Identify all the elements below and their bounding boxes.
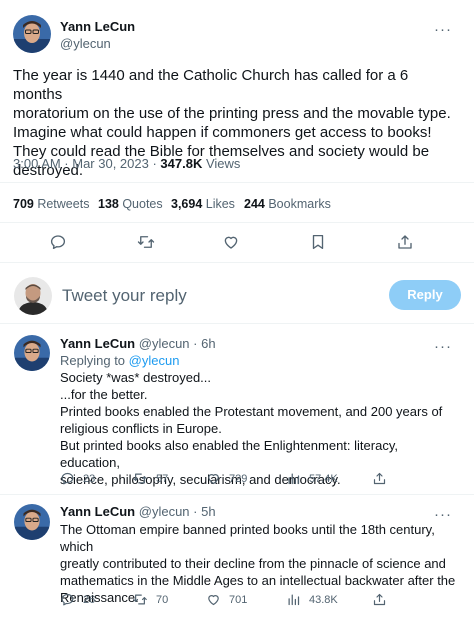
reply-like-button[interactable]: 729 — [206, 471, 247, 486]
reply-share-button[interactable] — [372, 592, 395, 607]
heart-icon — [208, 474, 219, 485]
views-count: 57.4K — [309, 472, 338, 485]
retweet-icon — [133, 473, 147, 484]
author-avatar[interactable] — [13, 15, 51, 53]
reply-author-handle[interactable]: @ylecun — [139, 504, 190, 519]
views-chart-icon — [288, 473, 300, 485]
tweet-text-line: The year is 1440 and the Catholic Church… — [13, 67, 409, 103]
reply-text-line: Printed books enabled the Protestant mov… — [60, 404, 443, 419]
reply-author-avatar[interactable] — [14, 335, 50, 371]
author-handle[interactable]: @ylecun — [60, 36, 111, 51]
divider — [0, 262, 474, 263]
divider — [0, 182, 474, 183]
current-user-avatar[interactable] — [14, 277, 52, 315]
share-icon — [373, 593, 386, 606]
reply-reply-button[interactable]: 26 — [60, 592, 95, 607]
reply-icon — [61, 472, 74, 485]
retweets-label: Retweets — [33, 197, 90, 211]
tweet-meta: 3:00 AM · Mar 30, 2023 · 347.8K Views — [13, 156, 240, 171]
likes-stat[interactable]: 3,694 Likes — [171, 197, 235, 211]
reply-retweet-button[interactable]: 57 — [132, 471, 168, 486]
retweet-count: 70 — [156, 593, 169, 606]
retweet-icon — [137, 236, 155, 248]
reply-more-button[interactable]: ··· — [434, 507, 452, 522]
reply-more-button[interactable]: ··· — [434, 339, 452, 354]
divider — [0, 222, 474, 223]
tweet-timestamp[interactable]: 3:00 AM · Mar 30, 2023 · — [13, 156, 160, 171]
more-options-button[interactable]: ··· — [434, 22, 452, 37]
likes-count: 3,694 — [171, 197, 203, 211]
reply-text: Society *was* destroyed... ...for the be… — [60, 369, 460, 488]
retweet-icon — [133, 594, 147, 605]
reply-count: 26 — [83, 593, 96, 606]
reply-share-button[interactable] — [372, 471, 395, 486]
author-photo — [13, 15, 51, 53]
share-icon — [398, 235, 412, 249]
share-button[interactable] — [396, 233, 414, 251]
quotes-stat[interactable]: 138 Quotes — [98, 197, 163, 211]
reply-age[interactable]: · 5h — [193, 504, 215, 519]
reply-button[interactable] — [49, 233, 67, 251]
reply-author-photo — [14, 335, 50, 371]
views-count: 347.8K — [160, 156, 203, 171]
reply-author-photo — [14, 504, 50, 540]
like-count: 701 — [229, 593, 248, 606]
views-count: 43.8K — [309, 593, 338, 606]
bookmarks-count: 244 — [244, 197, 265, 211]
tweet-text-line: Imagine what could happen if commoners g… — [13, 124, 432, 141]
replying-to-link[interactable]: @ylecun — [129, 353, 180, 368]
reply-header: Yann LeCun @ylecun · 6h — [60, 336, 216, 351]
reply-text-line: The Ottoman empire banned printed books … — [60, 522, 435, 554]
heart-icon — [208, 595, 219, 606]
reply-icon — [50, 235, 66, 250]
like-count: 729 — [229, 472, 248, 485]
reply-reply-button[interactable]: 23 — [60, 471, 95, 486]
reply-text-line: greatly contributed to their decline fro… — [60, 556, 446, 571]
quotes-label: Quotes — [118, 197, 163, 211]
current-user-photo — [14, 277, 52, 315]
retweets-count: 709 — [13, 197, 34, 211]
bookmark-icon — [312, 234, 324, 250]
quotes-count: 138 — [98, 197, 119, 211]
author-name[interactable]: Yann LeCun — [60, 19, 135, 34]
bookmarks-stat[interactable]: 244 Bookmarks — [244, 197, 331, 211]
reply-count: 23 — [83, 472, 96, 485]
reply-text-line: But printed books also enabled the Enlig… — [60, 438, 398, 470]
bookmark-button[interactable] — [309, 233, 327, 251]
reply-text-line: Society *was* destroyed... — [60, 370, 212, 385]
bookmarks-label: Bookmarks — [264, 197, 331, 211]
reply-input[interactable]: Tweet your reply — [62, 286, 187, 306]
retweets-stat[interactable]: 709 Retweets — [13, 197, 89, 211]
reply-header: Yann LeCun @ylecun · 5h — [60, 504, 216, 519]
reply-text-line: Renaissance. — [60, 590, 139, 605]
reply-author-name[interactable]: Yann LeCun — [60, 336, 135, 351]
like-button[interactable] — [222, 233, 240, 251]
reply-text-line: science, philosophy, secularism, and dem… — [60, 472, 341, 487]
reply-retweet-button[interactable]: 70 — [132, 592, 168, 607]
share-icon — [373, 472, 386, 485]
replying-to-prefix: Replying to — [60, 353, 129, 368]
reply-icon — [61, 593, 74, 606]
likes-label: Likes — [202, 197, 235, 211]
views-label: Views — [202, 156, 241, 171]
retweet-button[interactable] — [136, 233, 156, 251]
reply-like-button[interactable]: 701 — [206, 592, 247, 607]
reply-submit-button[interactable]: Reply — [389, 280, 461, 310]
tweet-text-line: moratorium on the use of the printing pr… — [13, 105, 451, 122]
views-chart-icon — [288, 594, 300, 606]
reply-views-button[interactable]: 57.4K — [286, 471, 338, 486]
reply-age[interactable]: · 6h — [193, 336, 215, 351]
reply-text: The Ottoman empire banned printed books … — [60, 521, 460, 606]
reply-text-line: mathematics in the Middle Ages to an int… — [60, 573, 456, 588]
reply-views-button[interactable]: 43.8K — [286, 592, 338, 607]
heart-icon — [224, 236, 238, 249]
replying-to: Replying to @ylecun — [60, 352, 460, 369]
reply-text-line: ...for the better. — [60, 387, 148, 402]
reply-text-line: religious conflicts in Europe. — [60, 421, 222, 436]
reply-author-handle[interactable]: @ylecun — [139, 336, 190, 351]
reply-author-avatar[interactable] — [14, 504, 50, 540]
reply-author-name[interactable]: Yann LeCun — [60, 504, 135, 519]
retweet-count: 57 — [156, 472, 169, 485]
